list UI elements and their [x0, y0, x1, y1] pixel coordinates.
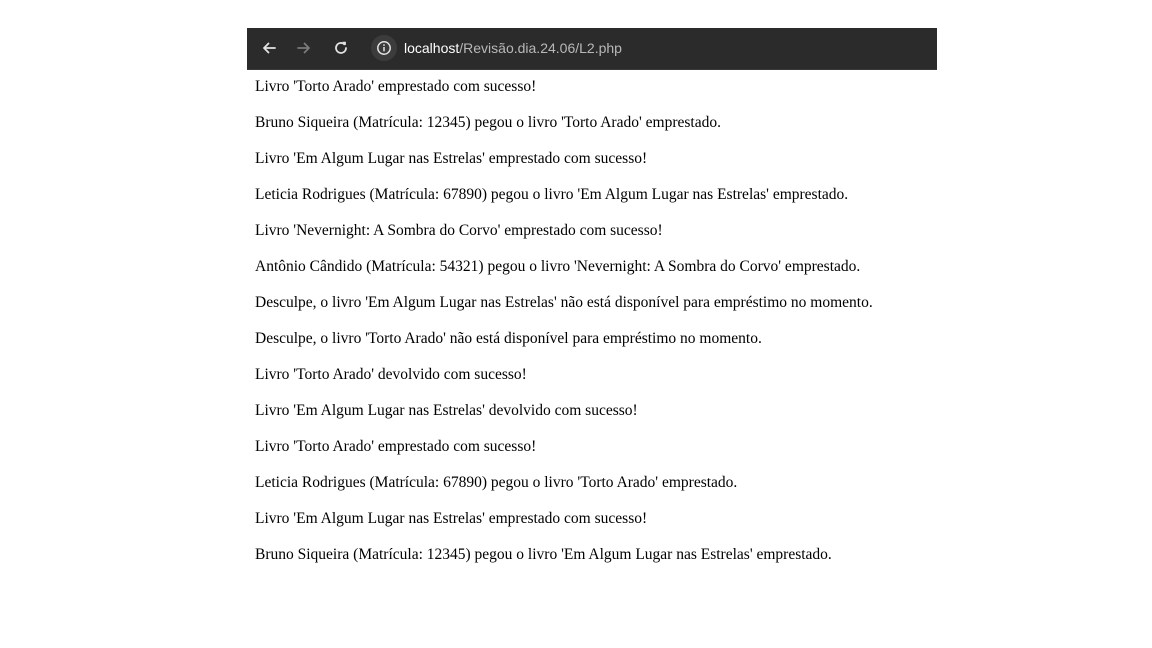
output-line: Bruno Siqueira (Matrícula: 12345) pegou …	[255, 114, 721, 131]
output-line: Antônio Cândido (Matrícula: 54321) pegou…	[255, 258, 861, 275]
browser-toolbar: localhost/Revisão.dia.24.06/L2.php	[247, 28, 937, 70]
forward-button[interactable]	[291, 37, 317, 59]
output-line: Livro 'Torto Arado' emprestado com suces…	[255, 438, 537, 455]
output-line: Livro 'Nevernight: A Sombra do Corvo' em…	[255, 222, 663, 239]
url-host: localhost	[404, 40, 460, 56]
output-line: Livro 'Em Algum Lugar nas Estrelas' empr…	[255, 510, 648, 527]
url-path: /Revisão.dia.24.06/L2.php	[459, 40, 622, 56]
info-icon	[377, 41, 391, 55]
output-line: Leticia Rodrigues (Matrícula: 67890) peg…	[255, 186, 849, 203]
output-line: Livro 'Torto Arado' devolvido com sucess…	[255, 366, 527, 383]
site-info-button[interactable]	[371, 35, 397, 61]
browser-window: localhost/Revisão.dia.24.06/L2.php Livro…	[247, 28, 937, 588]
reload-icon	[335, 41, 347, 54]
arrow-right-icon	[297, 42, 310, 54]
output-line: Livro 'Em Algum Lugar nas Estrelas' empr…	[255, 150, 648, 167]
output-line: Desculpe, o livro 'Em Algum Lugar nas Es…	[255, 294, 873, 311]
output-line: Livro 'Em Algum Lugar nas Estrelas' devo…	[255, 402, 638, 419]
back-button[interactable]	[256, 37, 282, 59]
output-line: Livro 'Torto Arado' emprestado com suces…	[255, 78, 537, 95]
arrow-left-icon	[263, 42, 276, 54]
page-content: Livro 'Torto Arado' emprestado com suces…	[247, 70, 937, 564]
output-line: Desculpe, o livro 'Torto Arado' não está…	[255, 330, 762, 347]
reload-button[interactable]	[328, 37, 354, 59]
output-line: Bruno Siqueira (Matrícula: 12345) pegou …	[255, 546, 832, 563]
output-line: Leticia Rodrigues (Matrícula: 67890) peg…	[255, 474, 738, 491]
address-bar[interactable]: localhost/Revisão.dia.24.06/L2.php	[404, 39, 622, 57]
